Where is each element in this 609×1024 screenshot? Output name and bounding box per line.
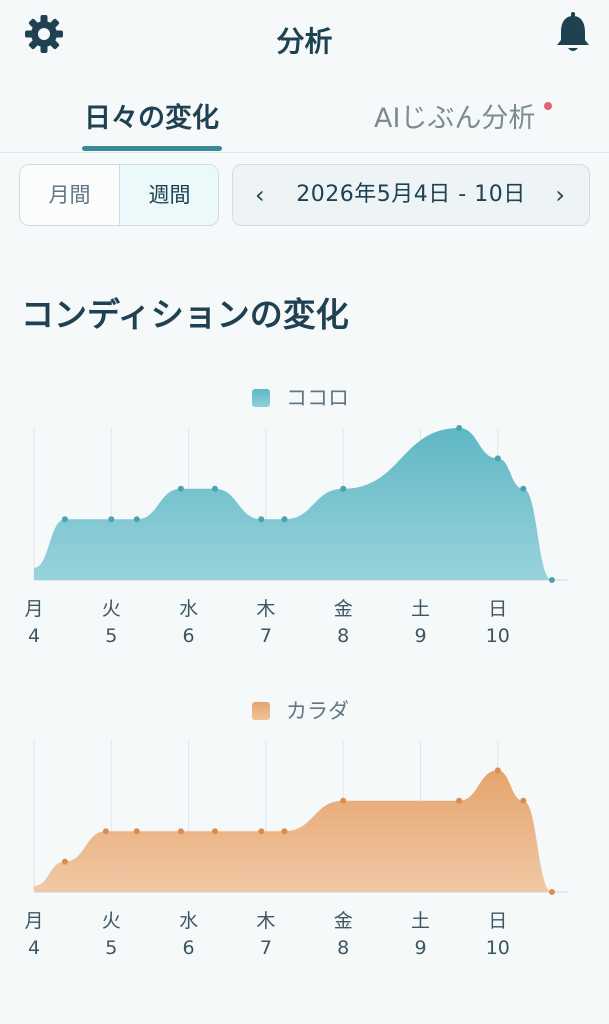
kokoro-legend-label: ココロ <box>286 386 349 410</box>
x-tick-date-label: 4 <box>28 937 40 959</box>
x-tick-day-label: 月 <box>24 598 43 620</box>
data-point <box>211 485 218 492</box>
karada-chart: 月 4 火 5 水 6 木 7 金 8 土 9 日 10 <box>24 740 568 959</box>
data-point <box>133 828 140 835</box>
kokoro-legend: ココロ <box>252 382 349 412</box>
section-title: コンディションの変化 <box>21 295 349 334</box>
data-point <box>133 516 140 523</box>
x-tick-date-label: 6 <box>183 625 195 647</box>
data-point <box>494 455 501 462</box>
x-tick-date-label: 4 <box>28 625 40 647</box>
chevron-left-icon[interactable]: ‹ <box>255 165 265 225</box>
data-point <box>108 516 115 523</box>
data-point <box>258 516 265 523</box>
tab-bar: 日々の変化 AIじぶん分析 <box>0 86 609 153</box>
x-tick-day-label: 水 <box>179 598 198 620</box>
x-tick-day-label: 土 <box>411 910 430 932</box>
x-tick-date-label: 10 <box>486 937 510 959</box>
period-week-button[interactable]: 週間 <box>119 165 218 225</box>
notification-dot <box>544 102 552 110</box>
data-point <box>340 797 347 804</box>
data-point <box>258 828 265 835</box>
x-tick-date-label: 9 <box>414 937 426 959</box>
x-tick-day-label: 木 <box>256 910 275 932</box>
period-toggle: 月間 週間 <box>19 164 219 226</box>
kokoro-legend-swatch <box>252 389 270 407</box>
data-point <box>177 485 184 492</box>
data-point <box>177 828 184 835</box>
x-tick-date-label: 8 <box>337 625 349 647</box>
data-point <box>61 858 68 865</box>
tab-daily-changes[interactable]: 日々の変化 <box>84 96 219 135</box>
data-point <box>340 485 347 492</box>
x-tick-day-label: 土 <box>411 598 430 620</box>
x-tick-day-label: 火 <box>102 598 121 620</box>
x-tick-date-label: 7 <box>260 937 272 959</box>
karada-legend-label: カラダ <box>286 699 349 723</box>
x-tick-day-label: 月 <box>24 910 43 932</box>
active-tab-indicator <box>82 146 222 151</box>
data-point <box>61 516 68 523</box>
x-tick-date-label: 10 <box>486 625 510 647</box>
date-range-label: 2026年5月4日 - 10日 <box>296 182 526 207</box>
data-point <box>211 828 218 835</box>
data-point <box>520 797 527 804</box>
period-month-button[interactable]: 月間 <box>20 165 119 225</box>
karada-legend-swatch <box>252 702 270 720</box>
x-tick-date-label: 8 <box>337 937 349 959</box>
x-tick-date-label: 7 <box>260 625 272 647</box>
x-tick-date-label: 5 <box>105 625 117 647</box>
x-tick-day-label: 水 <box>179 910 198 932</box>
data-point <box>520 485 527 492</box>
data-point <box>456 797 463 804</box>
data-point <box>456 425 463 431</box>
karada-legend: カラダ <box>252 695 349 725</box>
data-point <box>548 889 555 895</box>
date-range-selector: 2026年5月4日 - 10日 ‹ › <box>232 164 590 226</box>
x-tick-date-label: 5 <box>105 937 117 959</box>
x-tick-day-label: 日 <box>488 910 507 932</box>
app-header: 分析 <box>0 0 609 76</box>
x-tick-day-label: 木 <box>256 598 275 620</box>
chevron-right-icon[interactable]: › <box>555 165 565 225</box>
data-point <box>548 577 555 583</box>
data-point <box>494 767 501 774</box>
page-title: 分析 <box>276 25 333 58</box>
x-tick-day-label: 金 <box>334 598 353 620</box>
x-tick-day-label: 火 <box>102 910 121 932</box>
x-tick-date-label: 9 <box>414 625 426 647</box>
bell-icon[interactable] <box>553 12 593 54</box>
data-point <box>102 828 109 835</box>
x-tick-day-label: 金 <box>334 910 353 932</box>
x-tick-day-label: 日 <box>488 598 507 620</box>
tab-ai-analysis[interactable]: AIじぶん分析 <box>374 96 535 135</box>
data-point <box>281 828 288 835</box>
data-point <box>281 516 288 523</box>
kokoro-chart: 月 4 火 5 水 6 木 7 金 8 土 9 日 10 <box>24 425 568 647</box>
x-tick-date-label: 6 <box>183 937 195 959</box>
